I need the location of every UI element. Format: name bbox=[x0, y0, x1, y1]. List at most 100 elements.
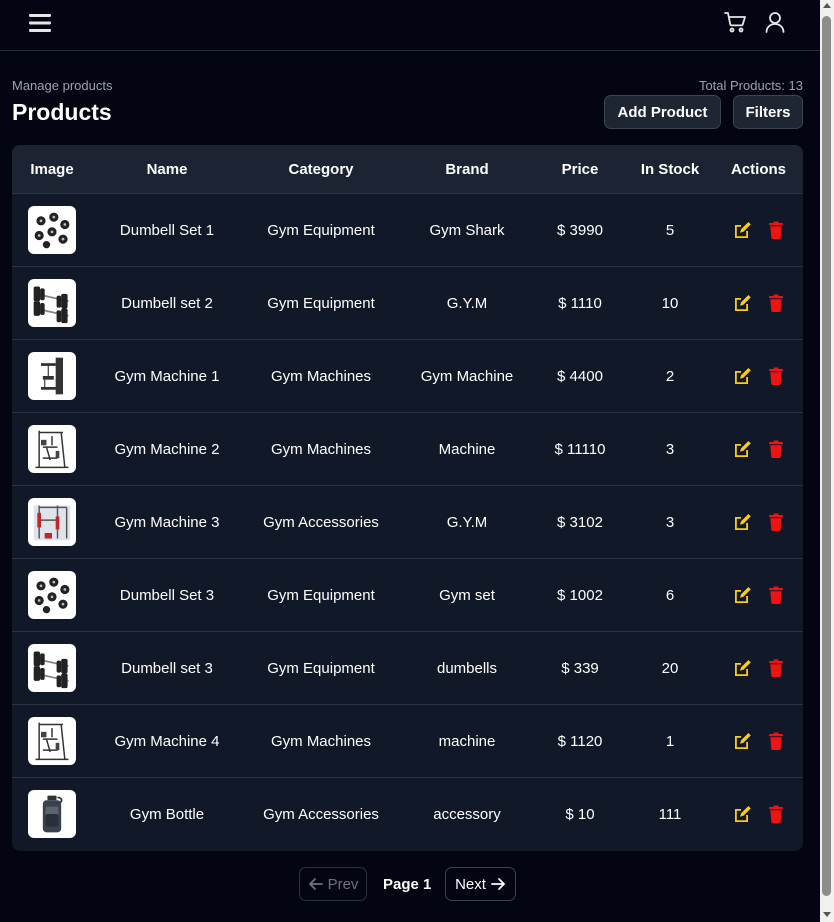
row-actions bbox=[714, 439, 803, 459]
product-image bbox=[28, 425, 76, 473]
row-actions bbox=[714, 293, 803, 313]
table-header: Image Name Category Brand Price In Stock… bbox=[12, 145, 803, 194]
prev-page-button[interactable]: Prev bbox=[299, 867, 367, 901]
edit-icon[interactable] bbox=[732, 731, 752, 751]
arrow-left-icon bbox=[308, 878, 323, 890]
product-brand: Gym set bbox=[439, 586, 495, 604]
table-body: Dumbell Set 1 Gym Equipment Gym Shark $ 399… bbox=[12, 194, 803, 850]
product-stock: 3 bbox=[665, 513, 675, 531]
scroll-down-arrow-icon[interactable] bbox=[823, 912, 831, 917]
filters-button[interactable]: Filters bbox=[733, 95, 803, 129]
next-label: Next bbox=[455, 875, 486, 893]
column-header-price: Price bbox=[561, 160, 599, 178]
column-header-category: Category bbox=[288, 160, 354, 178]
row-actions bbox=[714, 658, 803, 678]
product-image-cell bbox=[12, 206, 92, 254]
trash-icon[interactable] bbox=[766, 366, 786, 386]
trash-icon[interactable] bbox=[766, 293, 786, 313]
scroll-up-arrow-icon[interactable] bbox=[823, 3, 831, 8]
product-name: Gym Machine 3 bbox=[114, 513, 220, 531]
product-image bbox=[28, 790, 76, 838]
product-brand: dumbells bbox=[436, 659, 498, 677]
product-image-cell bbox=[12, 571, 92, 619]
product-name: Gym Machine 2 bbox=[114, 440, 220, 458]
edit-icon[interactable] bbox=[732, 804, 752, 824]
shopping-cart-icon[interactable] bbox=[723, 10, 747, 34]
product-brand: accessory bbox=[433, 805, 501, 823]
row-actions bbox=[714, 731, 803, 751]
trash-icon[interactable] bbox=[766, 512, 786, 532]
product-category: Gym Accessories bbox=[263, 513, 379, 531]
trash-icon[interactable] bbox=[766, 220, 786, 240]
trash-icon[interactable] bbox=[766, 439, 786, 459]
edit-icon[interactable] bbox=[732, 512, 752, 532]
edit-icon[interactable] bbox=[732, 293, 752, 313]
add-product-button[interactable]: Add Product bbox=[604, 95, 721, 129]
table-row: Gym Machine 3 Gym Accessories G.Y.M $ 3102 3 bbox=[12, 486, 803, 559]
product-price: $ 10 bbox=[565, 805, 595, 823]
row-actions bbox=[714, 585, 803, 605]
row-actions bbox=[714, 512, 803, 532]
product-category: Gym Equipment bbox=[267, 659, 375, 677]
scrollbar-thumb[interactable] bbox=[822, 16, 831, 896]
product-image-cell bbox=[12, 352, 92, 400]
user-icon[interactable] bbox=[763, 10, 787, 34]
product-brand: Gym Shark bbox=[429, 221, 505, 239]
product-brand: G.Y.M bbox=[446, 294, 488, 312]
edit-icon[interactable] bbox=[732, 220, 752, 240]
product-image-cell bbox=[12, 425, 92, 473]
product-name: Dumbell Set 3 bbox=[119, 586, 215, 604]
current-page-label: Page 1 bbox=[383, 876, 432, 893]
app-window: Manage products Total Products: 13 Produ… bbox=[0, 0, 820, 922]
product-stock: 20 bbox=[661, 659, 679, 677]
product-stock: 5 bbox=[665, 221, 675, 239]
table-row: Gym Machine 2 Gym Machines Machine $ 11110 3 bbox=[12, 413, 803, 486]
edit-icon[interactable] bbox=[732, 585, 752, 605]
product-price: $ 3102 bbox=[557, 513, 603, 531]
product-image-cell bbox=[12, 717, 92, 765]
product-stock: 111 bbox=[658, 805, 682, 823]
product-brand: G.Y.M bbox=[446, 513, 488, 531]
row-actions bbox=[714, 804, 803, 824]
product-name: Dumbell set 2 bbox=[121, 294, 213, 312]
product-image bbox=[28, 644, 76, 692]
product-image bbox=[28, 206, 76, 254]
table-row: Dumbell set 3 Gym Equipment dumbells $ 339 2… bbox=[12, 632, 803, 705]
table-row: Gym Bottle Gym Accessories accessory $ 10 11… bbox=[12, 778, 803, 850]
product-price: $ 4400 bbox=[557, 367, 603, 385]
product-category: Gym Accessories bbox=[263, 805, 379, 823]
trash-icon[interactable] bbox=[766, 731, 786, 751]
edit-icon[interactable] bbox=[732, 439, 752, 459]
product-price: $ 1002 bbox=[557, 586, 603, 604]
column-header-image: Image bbox=[30, 160, 74, 178]
edit-icon[interactable] bbox=[732, 658, 752, 678]
product-name: Gym Bottle bbox=[129, 805, 205, 823]
product-brand: Machine bbox=[438, 440, 496, 458]
trash-icon[interactable] bbox=[766, 585, 786, 605]
trash-icon[interactable] bbox=[766, 658, 786, 678]
product-category: Gym Machines bbox=[270, 440, 372, 458]
product-image-cell bbox=[12, 279, 92, 327]
table-row: Dumbell set 2 Gym Equipment G.Y.M $ 1110 10 bbox=[12, 267, 803, 340]
product-category: Gym Equipment bbox=[267, 586, 375, 604]
product-image bbox=[28, 352, 76, 400]
page-title: Products bbox=[12, 99, 112, 125]
next-page-button[interactable]: Next bbox=[445, 867, 516, 901]
column-header-actions: Actions bbox=[730, 160, 786, 178]
product-name: Gym Machine 1 bbox=[114, 367, 220, 385]
product-category: Gym Machines bbox=[270, 732, 372, 750]
column-header-brand: Brand bbox=[445, 160, 489, 178]
trash-icon[interactable] bbox=[766, 804, 786, 824]
product-image bbox=[28, 717, 76, 765]
table-row: Gym Machine 1 Gym Machines Gym Machine $ 44… bbox=[12, 340, 803, 413]
product-price: $ 1120 bbox=[557, 732, 603, 750]
page-subtitle: Manage products bbox=[12, 78, 113, 93]
edit-icon[interactable] bbox=[732, 366, 752, 386]
hamburger-menu-icon[interactable] bbox=[28, 11, 52, 35]
row-actions bbox=[714, 366, 803, 386]
product-image-cell bbox=[12, 644, 92, 692]
row-actions bbox=[714, 220, 803, 240]
product-image bbox=[28, 279, 76, 327]
products-table: Image Name Category Brand Price In Stock… bbox=[12, 145, 803, 851]
product-price: $ 1110 bbox=[558, 294, 602, 312]
